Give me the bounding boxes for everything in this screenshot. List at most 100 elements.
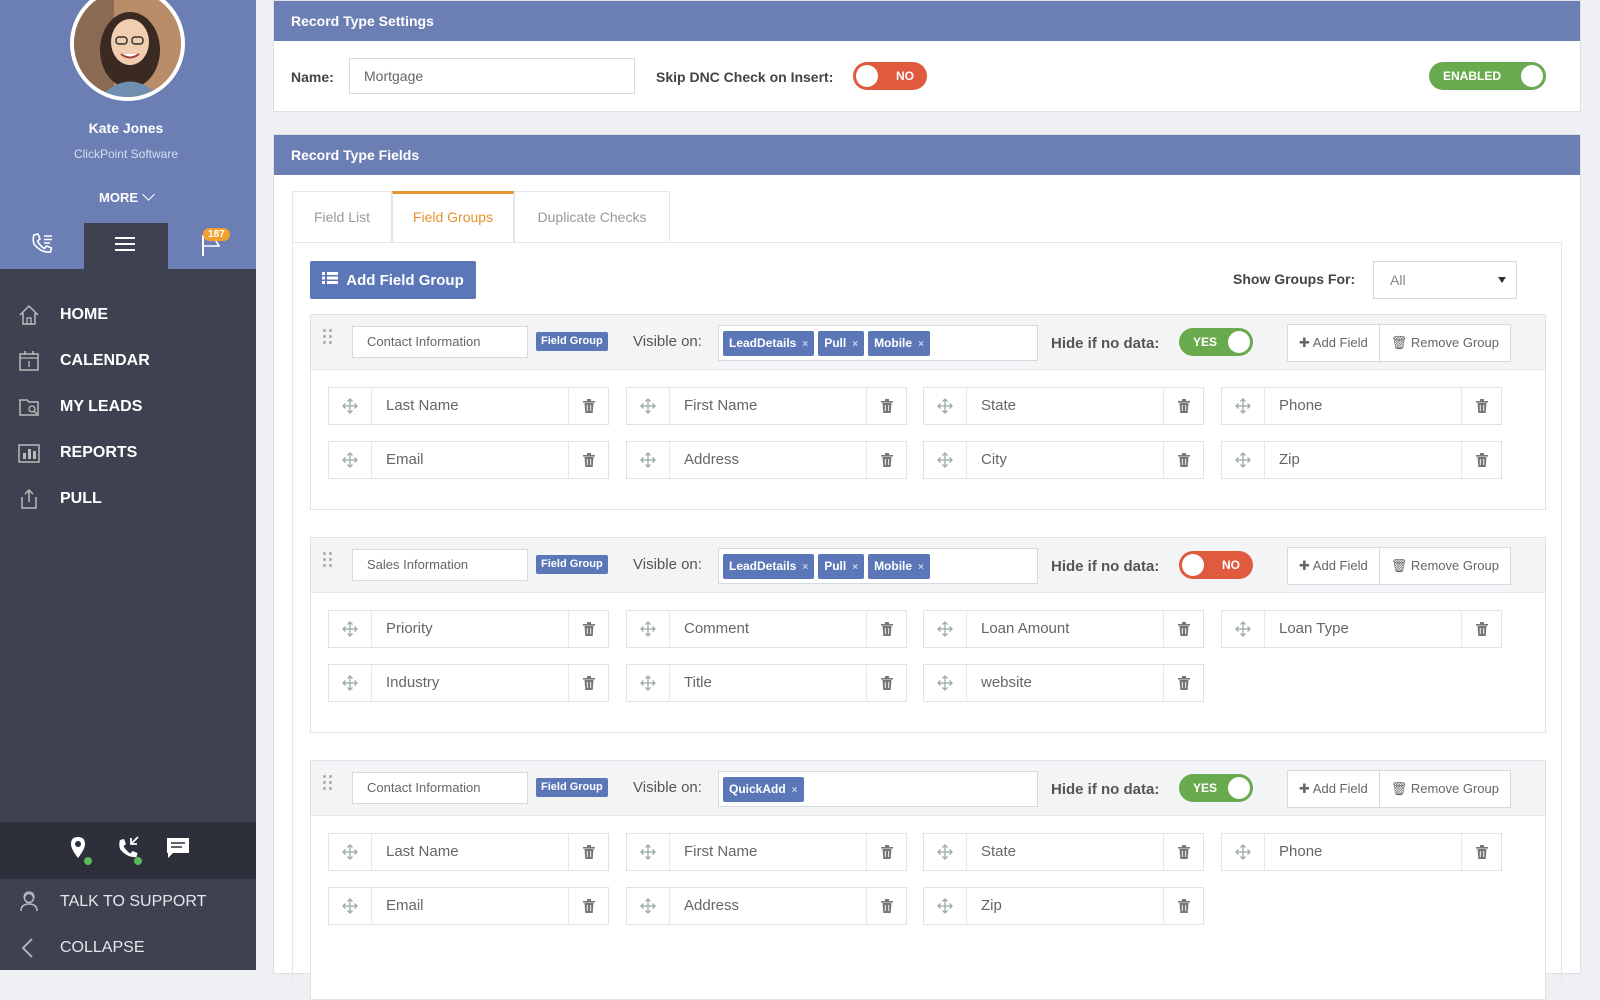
move-icon[interactable] <box>627 834 670 870</box>
move-icon[interactable] <box>924 834 967 870</box>
tab-duplicate-checks[interactable]: Duplicate Checks <box>514 191 670 243</box>
move-icon[interactable] <box>627 888 670 924</box>
remove-group-button[interactable]: 🗑 Remove Group <box>1378 548 1510 584</box>
trash-icon[interactable] <box>1461 388 1501 424</box>
trash-icon[interactable] <box>866 665 906 701</box>
move-icon[interactable] <box>924 611 967 647</box>
nav-label-reports: REPORTS <box>60 444 138 461</box>
field-item: Comment <box>626 610 907 648</box>
trash-icon[interactable] <box>866 834 906 870</box>
trash-icon[interactable] <box>568 388 608 424</box>
add-field-button[interactable]: ✚ Add Field <box>1288 771 1379 807</box>
move-icon[interactable] <box>924 888 967 924</box>
remove-group-button[interactable]: 🗑 Remove Group <box>1378 771 1510 807</box>
trash-icon[interactable] <box>1461 442 1501 478</box>
move-icon[interactable] <box>627 442 670 478</box>
hide-if-no-data-toggle[interactable]: YES <box>1179 328 1253 356</box>
call-status-button[interactable] <box>114 836 142 865</box>
tab-field-list[interactable]: Field List <box>292 191 392 243</box>
move-icon[interactable] <box>329 888 372 924</box>
move-icon[interactable] <box>1222 442 1265 478</box>
nav-label-home: HOME <box>60 306 108 323</box>
move-icon[interactable] <box>329 834 372 870</box>
enabled-toggle[interactable]: ENABLED <box>1429 62 1546 90</box>
drag-handle-icon[interactable] <box>323 329 335 349</box>
more-toggle[interactable]: MORE <box>0 188 252 205</box>
trash-icon[interactable] <box>866 442 906 478</box>
trash-icon[interactable] <box>568 888 608 924</box>
field-item: Address <box>626 887 907 925</box>
collapse-link[interactable]: COLLAPSE <box>0 925 256 971</box>
skip-dnc-toggle[interactable]: NO <box>853 62 927 90</box>
avatar[interactable] <box>70 0 185 101</box>
tag-remove-icon[interactable]: × <box>792 785 798 796</box>
nav-item-reports[interactable]: REPORTS <box>0 430 256 476</box>
move-icon[interactable] <box>1222 834 1265 870</box>
visible-on-tag: Pull × <box>818 554 865 579</box>
add-field-group-button[interactable]: Add Field Group <box>310 261 476 299</box>
move-icon[interactable] <box>1222 388 1265 424</box>
trash-icon[interactable] <box>1163 388 1203 424</box>
visible-on-input[interactable]: LeadDetails × Pull × Mobile × <box>718 325 1038 361</box>
nav-label-calendar: CALENDAR <box>60 352 150 369</box>
tag-remove-icon[interactable]: × <box>802 339 808 350</box>
phone-tab[interactable] <box>0 223 84 269</box>
move-icon[interactable] <box>627 665 670 701</box>
tag-remove-icon[interactable]: × <box>918 562 924 573</box>
trash-icon[interactable] <box>1163 665 1203 701</box>
visible-on-input[interactable]: LeadDetails × Pull × Mobile × <box>718 548 1038 584</box>
nav-item-my-leads[interactable]: MY LEADS <box>0 384 256 430</box>
move-icon[interactable] <box>924 388 967 424</box>
nav-item-pull[interactable]: PULL <box>0 476 256 522</box>
location-button[interactable] <box>64 837 92 865</box>
talk-to-support-link[interactable]: TALK TO SUPPORT <box>0 879 256 925</box>
trash-icon[interactable] <box>866 888 906 924</box>
trash-icon[interactable] <box>1461 611 1501 647</box>
trash-icon[interactable] <box>1163 442 1203 478</box>
menu-tab[interactable] <box>84 223 168 269</box>
move-icon[interactable] <box>329 611 372 647</box>
tag-remove-icon[interactable]: × <box>852 339 858 350</box>
record-name-input[interactable]: Mortgage <box>349 58 635 94</box>
move-icon[interactable] <box>627 611 670 647</box>
trash-icon[interactable] <box>866 388 906 424</box>
group-name-input[interactable]: Sales Information <box>352 549 528 581</box>
tag-remove-icon[interactable]: × <box>918 339 924 350</box>
trash-icon[interactable] <box>1163 888 1203 924</box>
trash-icon[interactable] <box>568 442 608 478</box>
add-field-button[interactable]: ✚ Add Field <box>1288 548 1379 584</box>
visible-on-tag: Pull × <box>818 331 865 356</box>
visible-on-input[interactable]: QuickAdd × <box>718 771 1038 807</box>
move-icon[interactable] <box>627 388 670 424</box>
trash-icon[interactable] <box>1163 611 1203 647</box>
drag-handle-icon[interactable] <box>323 552 335 572</box>
trash-icon[interactable] <box>568 665 608 701</box>
add-field-button[interactable]: ✚ Add Field <box>1288 325 1379 361</box>
tab-field-groups[interactable]: Field Groups <box>392 191 514 243</box>
flag-tab[interactable]: 187 <box>168 223 256 269</box>
tag-remove-icon[interactable]: × <box>852 562 858 573</box>
hide-if-no-data-toggle[interactable]: NO <box>1179 551 1253 579</box>
tag-remove-icon[interactable]: × <box>802 562 808 573</box>
chat-button[interactable] <box>164 837 192 865</box>
remove-group-button[interactable]: 🗑 Remove Group <box>1378 325 1510 361</box>
trash-icon[interactable] <box>568 611 608 647</box>
nav-item-home[interactable]: HOME <box>0 292 256 338</box>
move-icon[interactable] <box>924 442 967 478</box>
trash-icon[interactable] <box>568 834 608 870</box>
move-icon[interactable] <box>329 442 372 478</box>
move-icon[interactable] <box>924 665 967 701</box>
trash-icon[interactable] <box>866 611 906 647</box>
trash-icon[interactable] <box>1461 834 1501 870</box>
move-icon[interactable] <box>329 388 372 424</box>
group-name-input[interactable]: Contact Information <box>352 326 528 358</box>
trash-icon[interactable] <box>1163 834 1203 870</box>
move-icon[interactable] <box>329 665 372 701</box>
group-name-input[interactable]: Contact Information <box>352 772 528 804</box>
move-icon[interactable] <box>1222 611 1265 647</box>
hide-if-no-data-toggle[interactable]: YES <box>1179 774 1253 802</box>
show-groups-select[interactable]: All <box>1373 261 1517 299</box>
field-item: State <box>923 387 1204 425</box>
nav-item-calendar[interactable]: CALENDAR <box>0 338 256 384</box>
drag-handle-icon[interactable] <box>323 775 335 795</box>
